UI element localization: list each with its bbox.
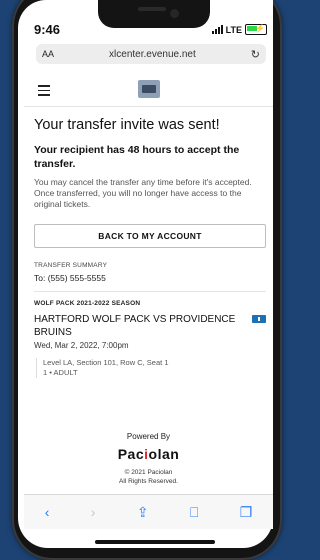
divider (34, 291, 266, 292)
signal-icon (211, 25, 223, 34)
back-icon[interactable]: ‹ (45, 504, 50, 520)
forward-icon[interactable]: › (91, 504, 96, 520)
carrier-label: LTE (225, 24, 242, 35)
browser-toolbar: ‹ › ⇪ ⎕ ❐ (24, 494, 273, 529)
site-footer: Powered By Paciolan © 2021 Paciolan All … (24, 432, 273, 486)
ticket-type: 1 • ADULT (43, 368, 78, 377)
site-header (24, 72, 273, 107)
brand-part-3: olan (148, 446, 180, 462)
brand-part-1: Pac (117, 446, 145, 462)
text-size-button[interactable]: AA (42, 49, 54, 59)
recipient-line: To: (555) 555-5555 (34, 273, 266, 283)
back-to-account-button[interactable]: BACK TO MY ACCOUNT (34, 224, 266, 248)
event-name: HARTFORD WOLF PACK VS PROVIDENCE BRUINS (34, 314, 236, 338)
ticket-icon (252, 315, 266, 323)
recipient-phone: (555) 555-5555 (47, 273, 106, 283)
main-content: Your transfer invite was sent! Your reci… (34, 110, 266, 378)
site-logo[interactable] (138, 80, 160, 98)
paciolan-logo: Paciolan (24, 446, 273, 462)
status-time: 9:46 (34, 22, 61, 37)
seat-details: Level LA, Section 101, Row C, Seat 1 1 •… (36, 358, 266, 378)
copyright-line-1: © 2021 Paciolan (124, 469, 173, 476)
menu-icon[interactable] (38, 85, 50, 99)
transfer-summary-label: TRANSFER SUMMARY (34, 262, 108, 269)
share-icon[interactable]: ⇪ (137, 504, 149, 521)
page-title: Your transfer invite was sent! (34, 117, 220, 133)
tabs-icon[interactable]: ❐ (240, 504, 253, 521)
url-text[interactable]: xlcenter.evenue.net (54, 49, 251, 60)
notch (98, 0, 210, 28)
powered-by-label: Powered By (126, 432, 171, 441)
to-prefix: To: (34, 273, 46, 283)
page-subtitle: Your recipient has 48 hours to accept th… (34, 144, 240, 170)
battery-icon: ⚡ (245, 24, 267, 35)
home-indicator[interactable] (95, 540, 215, 544)
event-date: Wed, Mar 2, 2022, 7:00pm (34, 341, 129, 350)
status-indicators: LTE ⚡ (211, 24, 267, 35)
event-row: HARTFORD WOLF PACK VS PROVIDENCE BRUINS (34, 313, 266, 339)
copyright: © 2021 Paciolan All Rights Reserved. (24, 468, 273, 486)
address-bar[interactable]: AA xlcenter.evenue.net ↻ (36, 44, 266, 64)
bookmarks-icon[interactable]: ⎕ (190, 504, 198, 521)
transfer-note: You may cancel the transfer any time bef… (34, 177, 252, 209)
seat-location: Level LA, Section 101, Row C, Seat 1 (43, 358, 169, 367)
season-label: WOLF PACK 2021-2022 SEASON (34, 300, 141, 307)
reload-icon[interactable]: ↻ (251, 48, 260, 61)
copyright-line-2: All Rights Reserved. (119, 478, 178, 485)
